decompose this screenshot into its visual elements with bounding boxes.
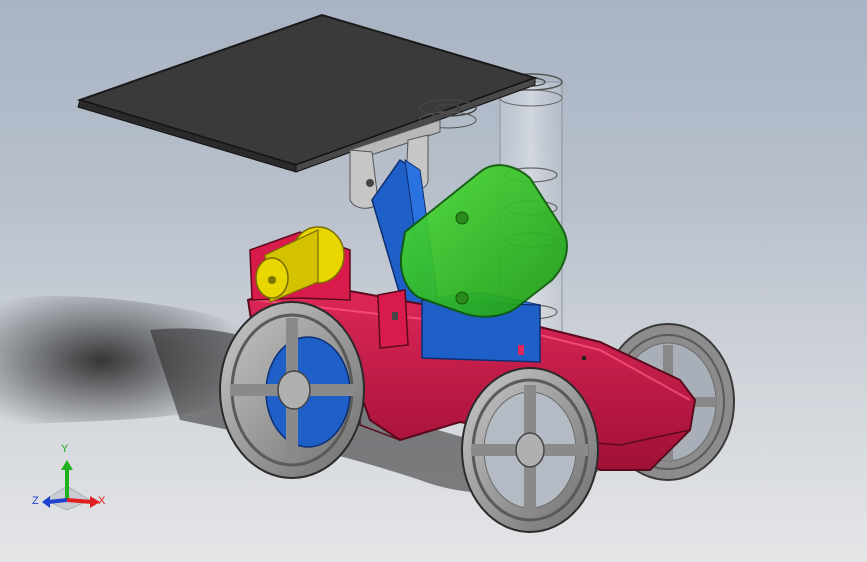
cad-model-scene[interactable]: [0, 0, 867, 562]
x-axis-arrow: [66, 498, 93, 504]
3d-viewport[interactable]: Y X Z: [0, 0, 867, 562]
z-axis-label: Z: [32, 495, 39, 507]
coordinate-triad: Y X Z: [30, 440, 110, 515]
x-axis-label: X: [98, 495, 106, 507]
front-left-wheel[interactable]: [219, 301, 365, 479]
arm-base-plate: [377, 289, 409, 349]
drive-motor[interactable]: [249, 226, 351, 303]
front-right-wheel[interactable]: [461, 367, 599, 533]
y-axis-label: Y: [61, 443, 69, 455]
solar-panel[interactable]: [76, 13, 539, 173]
z-axis-arrow: [47, 498, 68, 504]
